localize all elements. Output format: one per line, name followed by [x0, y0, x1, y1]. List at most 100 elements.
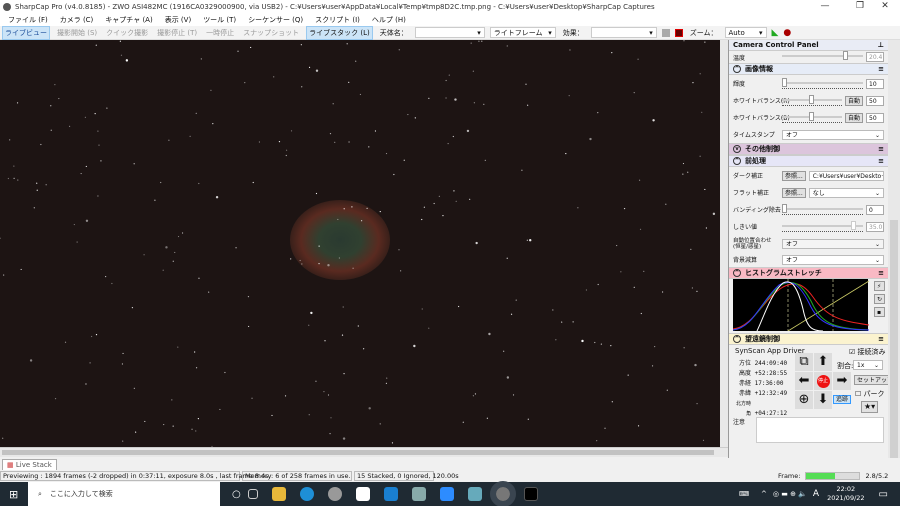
align-select[interactable]: オフ ⌄	[782, 238, 884, 249]
tab-live-stack[interactable]: ▦ Live Stack	[2, 459, 57, 470]
live-view-button[interactable]: ライブビュー	[2, 25, 50, 40]
menu-view[interactable]: 表示 (V)	[165, 15, 191, 25]
close-button[interactable]: ✕	[870, 0, 900, 13]
app-icon[interactable]	[327, 487, 342, 501]
tray-icons[interactable]: ◎ ▬ ⊕ 🔈	[773, 490, 807, 498]
banding-value[interactable]: 0	[866, 204, 884, 215]
wb-blue-auto-button[interactable]: 自動	[844, 112, 863, 123]
menu-help[interactable]: ヘルプ (H)	[372, 15, 406, 25]
collapse-icon[interactable]: ^	[733, 65, 741, 73]
camera-app-icon[interactable]	[523, 487, 538, 501]
telescope-control-header[interactable]: ^ 望遠鏡制御 ≡	[729, 333, 888, 345]
histogram-plot[interactable]	[732, 279, 870, 332]
zoom-select[interactable]: Auto ▾	[724, 27, 767, 38]
park-checkbox[interactable]: ☐ パーク	[855, 389, 885, 399]
background-subtraction-select[interactable]: オフ ⌄	[782, 254, 884, 265]
star-icon[interactable]: ★▾	[861, 401, 879, 413]
paint-icon[interactable]	[411, 487, 426, 501]
arrow-right-icon[interactable]: ➡	[833, 372, 851, 390]
menu-icon[interactable]: ≡	[878, 145, 884, 153]
snapshot-button[interactable]: スナップショット	[241, 27, 301, 39]
notifications-icon[interactable]: ▭	[879, 489, 888, 500]
menu-icon[interactable]: ≡	[878, 65, 884, 73]
menu-capture[interactable]: キャプチャ (A)	[105, 15, 152, 25]
reset-icon[interactable]: ↻	[873, 294, 885, 304]
save-icon[interactable]: ▪	[873, 307, 885, 317]
quick-capture-button[interactable]: クイック撮影	[104, 27, 150, 39]
flat-select[interactable]: なし ⌄	[808, 187, 884, 198]
crosshair-icon[interactable]: ⊕	[795, 391, 813, 409]
arrow-left-icon[interactable]: ⬅	[795, 372, 813, 390]
banding-slider[interactable]	[782, 203, 863, 216]
other-controls-header[interactable]: v その他制御 ≡	[729, 143, 888, 155]
taskbar-search[interactable]: ⌕ ここに入力して検索	[28, 482, 220, 506]
preprocessing-header[interactable]: ^ 前処理 ≡	[729, 155, 888, 167]
wb-red-value[interactable]: 50	[866, 95, 884, 106]
scrollbar-thumb[interactable]	[2, 450, 714, 455]
histogram-stretch-header[interactable]: ^ ヒストグラムストレッチ ≡	[729, 267, 888, 279]
viewer-vertical-scrollbar[interactable]	[720, 40, 728, 447]
live-stack-button[interactable]: ライブスタック (L)	[306, 25, 373, 40]
minimize-button[interactable]: —	[810, 0, 840, 13]
image-section-header[interactable]: ^ 画像情報 ≡	[729, 63, 888, 75]
cortana-icon[interactable]: ○	[232, 489, 241, 500]
flat-browse-button[interactable]: 参照...	[782, 187, 806, 198]
collapse-icon[interactable]: ^	[733, 335, 741, 343]
keyboard-icon[interactable]: ⌨	[739, 490, 749, 498]
menu-tools[interactable]: ツール (T)	[203, 15, 236, 25]
grey-color-icon[interactable]	[661, 28, 670, 37]
edge-icon[interactable]	[299, 487, 314, 501]
windows-start-icon[interactable]: ⊞	[9, 488, 18, 501]
stop-button[interactable]: 停止	[814, 372, 832, 390]
menu-scripting[interactable]: スクリプト (I)	[315, 15, 360, 25]
wb-blue-slider[interactable]	[782, 111, 842, 124]
wb-red-auto-button[interactable]: 自動	[844, 95, 863, 106]
notes-textarea[interactable]	[756, 417, 884, 443]
auto-stretch-icon[interactable]: ⚡	[873, 281, 885, 291]
effect-select[interactable]: ▾	[590, 27, 657, 38]
collapse-icon[interactable]: ^	[733, 157, 741, 165]
rate-select[interactable]: 1x ⌄	[853, 360, 883, 370]
expand-icon[interactable]: v	[733, 145, 741, 153]
frame-type-select[interactable]: ライトフレーム ▾	[489, 27, 556, 38]
viewer-horizontal-scrollbar[interactable]	[0, 447, 728, 457]
ime-indicator[interactable]: A	[813, 489, 819, 499]
store-icon[interactable]	[355, 487, 370, 501]
histogram-icon[interactable]: ◣	[772, 28, 779, 38]
menu-file[interactable]: ファイル (F)	[8, 15, 48, 25]
start-capture-button[interactable]: 撮影開始 (S)	[55, 27, 99, 39]
pin-icon[interactable]: ⊥	[878, 41, 884, 49]
pause-button[interactable]: 一時停止	[204, 27, 236, 39]
wb-blue-value[interactable]: 50	[866, 112, 884, 123]
gamma-value[interactable]: 10	[866, 78, 884, 89]
timestamp-select[interactable]: オフ ⌄	[782, 129, 884, 140]
menu-icon[interactable]: ≡	[878, 335, 884, 343]
zoom-app-icon[interactable]	[439, 487, 454, 501]
sharpcap-taskbar-icon[interactable]	[489, 481, 516, 506]
wb-red-slider[interactable]	[782, 94, 842, 107]
menu-sequencer[interactable]: シーケンサー (Q)	[248, 15, 303, 25]
panel-scrollbar[interactable]	[888, 40, 900, 470]
tracking-button[interactable]: 追跡	[833, 395, 852, 404]
notes-app-icon[interactable]	[467, 487, 482, 501]
arrow-down-icon[interactable]: ⬇	[814, 391, 832, 409]
collapse-icon[interactable]: ^	[733, 269, 741, 277]
goto-icon[interactable]: ⧉	[795, 353, 813, 371]
task-view-icon[interactable]	[247, 489, 258, 499]
stop-capture-button[interactable]: 撮影停止 (T)	[155, 27, 199, 39]
setup-button[interactable]: セットアップ	[854, 375, 888, 385]
menu-icon[interactable]: ≡	[878, 269, 884, 277]
dark-select[interactable]: C:¥Users¥user¥Deskto···⌄	[808, 170, 884, 181]
image-viewer[interactable]	[0, 40, 720, 447]
red-overlay-icon[interactable]	[674, 28, 683, 37]
clock[interactable]: 22:02 2021/09/22	[827, 485, 864, 503]
menu-icon[interactable]: ≡	[878, 157, 884, 165]
file-explorer-icon[interactable]	[271, 487, 286, 501]
magnifier-icon[interactable]: ●	[783, 28, 791, 38]
connected-checkbox[interactable]: ☑ 接続済み	[849, 347, 886, 357]
gamma-slider[interactable]	[782, 77, 863, 90]
target-name-input[interactable]: ▾	[414, 27, 485, 38]
tray-chevron-icon[interactable]: ^	[761, 490, 767, 498]
menu-camera[interactable]: カメラ (C)	[60, 15, 94, 25]
mail-icon[interactable]	[383, 487, 398, 501]
